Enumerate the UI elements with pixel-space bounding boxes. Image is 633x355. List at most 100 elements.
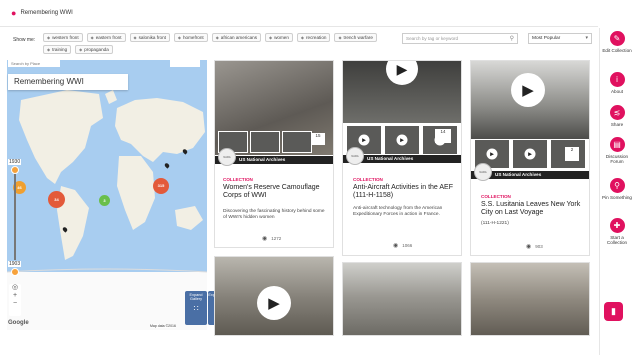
source-logo: NARA xyxy=(346,147,364,165)
thumbnail[interactable]: ▶ xyxy=(512,139,548,169)
discussion-forum-button[interactable]: ▤ Discussion Forum xyxy=(600,137,633,165)
source-logo: NARA xyxy=(218,148,236,166)
collection-card[interactable] xyxy=(342,262,462,336)
map-cluster-marker[interactable]: 3 xyxy=(99,195,110,206)
tag-icon: ◆ xyxy=(215,34,219,40)
tag-chip[interactable]: ◆ african americans xyxy=(211,33,262,42)
eye-icon: ◉ xyxy=(526,244,532,250)
card-title[interactable]: Anti-Aircraft Activities in the AEF (111… xyxy=(353,184,459,200)
card-image xyxy=(343,263,461,335)
start-collection-button[interactable]: ✚ Start a Collection xyxy=(600,218,633,246)
play-icon[interactable]: ▶ xyxy=(486,148,498,160)
search-input[interactable]: Search by tag or keyword ⚲ xyxy=(402,33,518,44)
map-cluster-marker[interactable]: 34 xyxy=(48,191,65,208)
share-button[interactable]: ≲ Share xyxy=(600,105,633,127)
map-type-control[interactable] xyxy=(170,60,200,67)
tag-chip[interactable]: ◆ training xyxy=(43,45,72,54)
sort-select[interactable]: Most Popular ▾ xyxy=(528,33,592,44)
tag-list: ◆ western front ◆ eastern front ◆ salonika … xyxy=(43,33,393,54)
collection-card[interactable]: ▶ ▶ ▶ ▶ 14 US National Archives NARA COL… xyxy=(342,60,462,256)
search-placeholder: Search by tag or keyword xyxy=(406,36,459,41)
share-icon: ≲ xyxy=(609,105,625,120)
grid-icon: ∷ xyxy=(193,304,199,313)
chevron-down-icon: ▾ xyxy=(585,35,588,41)
chat-icon: ▤ xyxy=(609,137,625,152)
timeline-track[interactable] xyxy=(14,166,16,260)
tag-chip[interactable]: ◆ salonika front xyxy=(129,33,170,42)
play-icon[interactable]: ▶ xyxy=(358,134,370,146)
tag-chip[interactable]: ◆ western front xyxy=(43,33,83,42)
tag-chip[interactable]: ◆ trench warfare xyxy=(334,33,377,42)
card-image xyxy=(471,263,589,335)
tag-icon: ◆ xyxy=(269,34,273,40)
search-icon[interactable]: ⚲ xyxy=(510,35,514,42)
card-title[interactable]: S.S. Lusitania Leaves New York City on L… xyxy=(481,201,587,217)
play-button[interactable]: ▶ xyxy=(257,286,291,320)
tag-icon: ◆ xyxy=(177,34,181,40)
source-logo: NARA xyxy=(474,163,492,181)
view-count: ◉ 1066 xyxy=(393,243,413,249)
card-description: Discovering the fascinating history behi… xyxy=(223,209,325,221)
view-count: ◉ 903 xyxy=(526,244,543,250)
item-count-badge: 2 xyxy=(565,147,579,161)
locate-icon[interactable]: ◎ xyxy=(9,284,21,292)
map-title: Remembering WWI xyxy=(8,74,128,90)
card-type-label: COLLECTION xyxy=(223,177,253,182)
top-bar: ● Remembering WWI xyxy=(0,0,598,27)
thumbnail[interactable] xyxy=(282,131,312,153)
tag-chip[interactable]: ◆ eastern front xyxy=(86,33,126,42)
card-type-label: COLLECTION xyxy=(481,194,511,199)
expand-gallery-button[interactable]: Expand Gallery ∷ xyxy=(185,291,207,325)
tag-chip[interactable]: ◆ recreation xyxy=(296,33,331,42)
about-button[interactable]: i About xyxy=(600,72,633,94)
thumbnail[interactable] xyxy=(250,131,280,153)
tag-icon: ◆ xyxy=(47,34,51,40)
play-button[interactable]: ▶ xyxy=(511,73,545,107)
sort-value: Most Popular xyxy=(532,36,561,41)
google-logo: Google xyxy=(8,320,29,326)
item-count-badge: 14 xyxy=(435,129,451,143)
timeline-handle-top[interactable] xyxy=(11,166,19,174)
collection-card[interactable]: ▶ ▶ ▶ 2 US National Archives NARA COLLEC… xyxy=(470,60,590,256)
collection-icon: ✚ xyxy=(609,218,625,233)
card-description: (111-H-1221) xyxy=(481,221,509,226)
tag-icon: ◆ xyxy=(338,34,342,40)
tag-icon: ◆ xyxy=(300,34,304,40)
collection-card[interactable]: ▶ xyxy=(214,256,334,336)
map-zoom-control: ◎ + − xyxy=(9,284,21,316)
timeline-handle-bottom[interactable] xyxy=(11,268,19,276)
play-icon[interactable]: ▶ xyxy=(524,148,536,160)
world-map[interactable]: 46 34 3 315 xyxy=(7,60,207,330)
tag-chip[interactable]: ◆ homefront xyxy=(173,33,208,42)
collection-card[interactable] xyxy=(470,262,590,336)
item-count-badge: 15 xyxy=(311,133,325,145)
eye-icon: ◉ xyxy=(262,236,268,242)
tag-chip[interactable]: ◆ propaganda xyxy=(75,45,113,54)
thumbnail[interactable]: ▶ xyxy=(384,125,420,155)
pin-something-button[interactable]: ⚲ Pin Something xyxy=(600,178,633,200)
timeline-end-year: 1903 xyxy=(8,261,22,267)
tag-chip[interactable]: ◆ women xyxy=(265,33,293,42)
tag-icon: ◆ xyxy=(79,46,83,52)
pencil-icon: ✎ xyxy=(609,31,625,46)
chat-icon: ▮ xyxy=(611,306,616,316)
edit-collection-button[interactable]: ✎ Edit Collection xyxy=(600,31,633,53)
collection-card[interactable]: 15 US National Archives NARA COLLECTION … xyxy=(214,60,334,248)
eye-icon: ◉ xyxy=(393,243,399,249)
card-type-label: COLLECTION xyxy=(353,177,383,182)
tag-icon: ◆ xyxy=(47,46,51,52)
show-me-label: Show me: xyxy=(13,37,36,43)
tag-icon: ◆ xyxy=(133,34,137,40)
info-icon: i xyxy=(609,72,625,87)
play-icon[interactable]: ▶ xyxy=(396,134,408,146)
page-title: Remembering WWI xyxy=(20,10,73,16)
zoom-out-button[interactable]: − xyxy=(9,300,21,308)
zoom-in-button[interactable]: + xyxy=(9,292,21,300)
card-title[interactable]: Women's Reserve Camouflage Corps of WWI xyxy=(223,184,329,200)
chat-fab-button[interactable]: ▮ xyxy=(604,302,623,321)
map-cluster-marker[interactable]: 315 xyxy=(153,178,169,194)
map-attribution: Map data ©2016 xyxy=(150,324,176,328)
map-pin-icon: ● xyxy=(11,8,17,18)
map-search-hint[interactable]: Search by Place xyxy=(8,60,60,67)
view-count: ◉ 1272 xyxy=(262,236,282,242)
